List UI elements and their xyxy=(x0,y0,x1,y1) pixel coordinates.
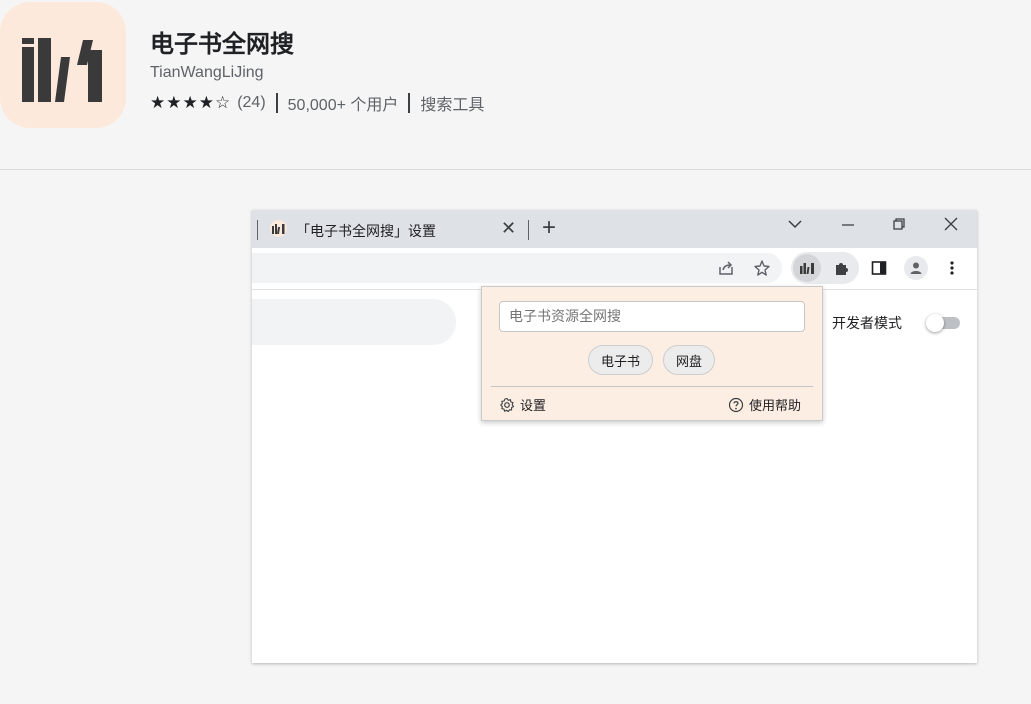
extension-logo xyxy=(0,2,126,128)
tab-separator xyxy=(528,220,529,240)
settings-link[interactable]: 设置 xyxy=(499,395,546,414)
side-panel-icon[interactable] xyxy=(869,258,889,278)
extension-popup: 电子书 网盘 设置 使用帮助 xyxy=(481,286,823,421)
extension-meta: ★★★★☆ (24) 50,000+ 个用户 搜索工具 xyxy=(150,92,484,114)
address-bar[interactable] xyxy=(252,253,782,283)
meta-separator xyxy=(275,93,278,113)
developer-link[interactable]: TianWangLiJing xyxy=(150,64,264,82)
category-link[interactable]: 搜索工具 xyxy=(420,91,484,115)
rating-stars: ★★★★☆ xyxy=(150,93,232,112)
developer-mode-label: 开发者模式 xyxy=(832,315,902,331)
tab-strip: 「电子书全网搜」设置 ✕ + xyxy=(252,210,977,248)
share-icon[interactable] xyxy=(716,258,736,278)
meta-separator xyxy=(408,93,411,113)
star-icon[interactable] xyxy=(752,258,772,278)
help-label: 使用帮助 xyxy=(749,399,802,414)
ebook-search-button[interactable]: 电子书 xyxy=(588,345,654,375)
toggle-knob xyxy=(926,314,944,332)
close-window-icon[interactable] xyxy=(943,216,959,237)
tab-favicon-icon xyxy=(270,220,287,237)
help-circle-icon xyxy=(728,397,744,412)
ebook-search-input[interactable] xyxy=(499,301,805,332)
user-count: 50,000+ 个用户 xyxy=(287,97,399,114)
extension-title: 电子书全网搜 xyxy=(150,31,294,58)
puzzle-icon[interactable] xyxy=(832,258,852,278)
netdisk-search-button[interactable]: 网盘 xyxy=(663,345,716,375)
tab-search-icon[interactable] xyxy=(787,216,803,237)
books-logo-icon xyxy=(22,38,102,102)
gear-icon xyxy=(500,397,515,412)
rating-count[interactable]: (24) xyxy=(237,94,265,112)
minimize-icon[interactable] xyxy=(840,216,856,237)
tab-close-icon[interactable]: ✕ xyxy=(501,218,516,239)
settings-label: 设置 xyxy=(520,399,547,414)
popup-divider xyxy=(491,386,813,387)
header-divider xyxy=(0,169,1031,170)
menu-icon[interactable] xyxy=(942,258,962,278)
help-link[interactable]: 使用帮助 xyxy=(728,395,801,414)
developer-mode-toggle[interactable] xyxy=(926,314,960,332)
extensions-search-bar[interactable] xyxy=(252,299,456,345)
extension-icon[interactable] xyxy=(793,254,821,282)
restore-icon[interactable] xyxy=(891,216,907,237)
new-tab-button[interactable]: + xyxy=(542,214,556,242)
profile-icon[interactable] xyxy=(904,256,928,280)
tab-title[interactable]: 「电子书全网搜」设置 xyxy=(296,221,436,241)
browser-preview: 「电子书全网搜」设置 ✕ + 开发者模式 电子书资源全网搜 电子书 网盘 设置 … xyxy=(252,210,977,663)
browser-toolbar xyxy=(252,248,977,290)
tab-separator xyxy=(257,220,258,240)
